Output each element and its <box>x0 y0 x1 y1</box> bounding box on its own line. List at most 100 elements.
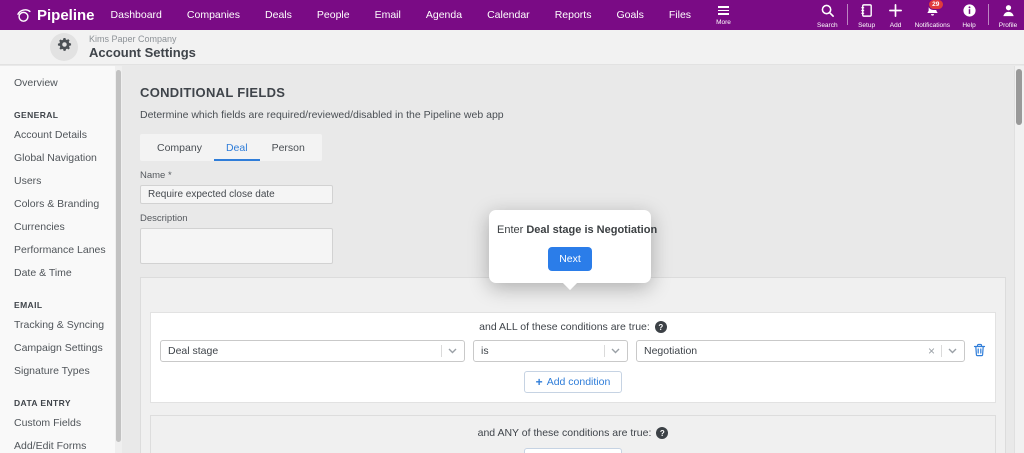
nav-people[interactable]: People <box>317 9 350 21</box>
trash-icon <box>973 343 986 360</box>
notifications-button[interactable]: 29 Notifications <box>914 0 950 29</box>
page-title: CONDITIONAL FIELDS <box>140 85 286 100</box>
sidebar-item-overview[interactable]: Overview <box>8 72 109 94</box>
profile-button[interactable]: Profile <box>998 3 1018 29</box>
sidebar-item-performance-lanes[interactable]: Performance Lanes <box>8 239 109 261</box>
nav-reports[interactable]: Reports <box>555 9 592 21</box>
page-scrollbar-thumb[interactable] <box>1016 69 1022 125</box>
condition-value-text: Negotiation <box>644 345 698 357</box>
add-condition-any-button[interactable]: + Add condition <box>523 448 623 453</box>
select-divider <box>941 345 942 357</box>
description-input[interactable] <box>140 228 333 264</box>
name-input[interactable] <box>140 185 333 204</box>
nav-divider <box>846 4 848 25</box>
settings-gear-badge <box>50 33 78 61</box>
help-button[interactable]: Help <box>959 3 979 29</box>
nav-deals[interactable]: Deals <box>265 9 292 21</box>
sidebar-item-campaign-settings[interactable]: Campaign Settings <box>8 337 109 359</box>
chevron-down-icon <box>948 345 957 357</box>
top-navigation: Pipeline Dashboard Companies Deals Peopl… <box>0 0 1024 30</box>
any-conditions-card: and ANY of these conditions are true: ? … <box>150 415 996 453</box>
nav-email[interactable]: Email <box>375 9 401 21</box>
chevron-down-icon <box>448 345 457 357</box>
help-icon[interactable]: ? <box>654 321 667 333</box>
help-icon[interactable]: ? <box>656 427 669 439</box>
sidebar-item-currencies[interactable]: Currencies <box>8 216 109 238</box>
sidebar-item-signature-types[interactable]: Signature Types <box>8 360 109 382</box>
sidebar-item-account-details[interactable]: Account Details <box>8 124 109 146</box>
sidebar-section-email: EMAIL <box>14 300 43 310</box>
company-name: Kims Paper Company <box>89 34 177 44</box>
page-scrollbar[interactable] <box>1014 66 1024 453</box>
condition-operator-value: is <box>481 345 489 357</box>
plus-icon: + <box>535 375 543 389</box>
subheader-titles: Kims Paper Company Account Settings <box>89 34 196 60</box>
help-label: Help <box>962 22 976 29</box>
gear-icon <box>57 37 72 57</box>
add-condition-all-button[interactable]: + Add condition <box>523 371 623 393</box>
sidebar-item-custom-fields[interactable]: Custom Fields <box>8 412 109 434</box>
utility-nav: Search Setup Add 29 Notifications Help P… <box>817 0 1018 29</box>
chevron-down-icon <box>611 345 620 357</box>
setup-button[interactable]: Setup <box>857 3 877 29</box>
nav-goals[interactable]: Goals <box>616 9 643 21</box>
pipeline-swirl-icon <box>15 7 32 24</box>
tab-company[interactable]: Company <box>145 134 214 161</box>
help-icon <box>962 3 977 20</box>
search-icon <box>820 3 835 20</box>
popup-instruction: Enter Deal stage is Negotiation <box>497 224 657 236</box>
nav-calendar[interactable]: Calendar <box>487 9 530 21</box>
nav-agenda[interactable]: Agenda <box>426 9 462 21</box>
search-label: Search <box>816 22 838 29</box>
sidebar-item-date-time[interactable]: Date & Time <box>8 262 109 284</box>
condition-field-value: Deal stage <box>168 345 219 357</box>
tab-deal[interactable]: Deal <box>213 134 260 161</box>
sidebar-item-tracking-syncing[interactable]: Tracking & Syncing <box>8 314 109 336</box>
add-icon <box>888 3 903 20</box>
select-divider <box>441 345 442 357</box>
sidebar-item-global-navigation[interactable]: Global Navigation <box>8 147 109 169</box>
sidebar-section-data-entry: DATA ENTRY <box>14 398 71 408</box>
setup-icon <box>859 3 874 20</box>
coach-popup: Enter Deal stage is Negotiation Next <box>489 210 657 291</box>
any-conditions-text: and ANY of these conditions are true: <box>477 427 652 439</box>
conditions-panel: and ALL of these conditions are true: ? … <box>140 277 1006 453</box>
hamburger-icon <box>717 4 729 17</box>
add-condition-label: Add condition <box>546 376 611 388</box>
next-button[interactable]: Next <box>548 247 592 271</box>
nav-dashboard[interactable]: Dashboard <box>111 9 162 21</box>
condition-field-select[interactable]: Deal stage <box>160 340 465 362</box>
sidebar-item-colors-branding[interactable]: Colors & Branding <box>8 193 109 215</box>
nav-more[interactable]: More <box>716 4 731 26</box>
sidebar-scrollbar-thumb[interactable] <box>116 70 121 442</box>
condition-row: Deal stage is Negotiation × <box>160 340 986 362</box>
condition-value-select[interactable]: Negotiation × <box>636 340 965 362</box>
clear-value-icon[interactable]: × <box>928 345 935 357</box>
delete-condition-button[interactable] <box>973 343 986 360</box>
page-context-title: Account Settings <box>89 45 196 60</box>
nav-files[interactable]: Files <box>669 9 691 21</box>
tab-person[interactable]: Person <box>260 134 317 161</box>
nav-more-label: More <box>716 18 731 26</box>
profile-icon <box>1001 3 1016 20</box>
popup-text-bold: Deal stage is Negotiation <box>526 224 658 236</box>
sidebar-item-users[interactable]: Users <box>8 170 109 192</box>
notifications-label: Notifications <box>914 22 950 29</box>
select-divider <box>604 345 605 357</box>
pipeline-logo[interactable]: Pipeline <box>0 7 111 24</box>
all-conditions-card: and ALL of these conditions are true: ? … <box>150 312 996 403</box>
entity-tabs: Company Deal Person <box>140 134 322 161</box>
all-conditions-text: and ALL of these conditions are true: <box>479 321 650 333</box>
sidebar-scrollbar[interactable] <box>115 66 122 453</box>
add-button[interactable]: Add <box>886 3 906 29</box>
account-settings-header: Kims Paper Company Account Settings <box>0 30 1024 65</box>
search-button[interactable]: Search <box>817 3 838 29</box>
notification-badge: 29 <box>927 0 944 10</box>
settings-sidebar: Overview GENERAL Account Details Global … <box>0 66 122 453</box>
add-label: Add <box>889 22 902 29</box>
nav-divider <box>988 4 989 25</box>
brand-name: Pipeline <box>37 6 95 24</box>
condition-operator-select[interactable]: is <box>473 340 628 362</box>
sidebar-item-add-edit-forms[interactable]: Add/Edit Forms <box>8 435 109 453</box>
nav-companies[interactable]: Companies <box>187 9 240 21</box>
